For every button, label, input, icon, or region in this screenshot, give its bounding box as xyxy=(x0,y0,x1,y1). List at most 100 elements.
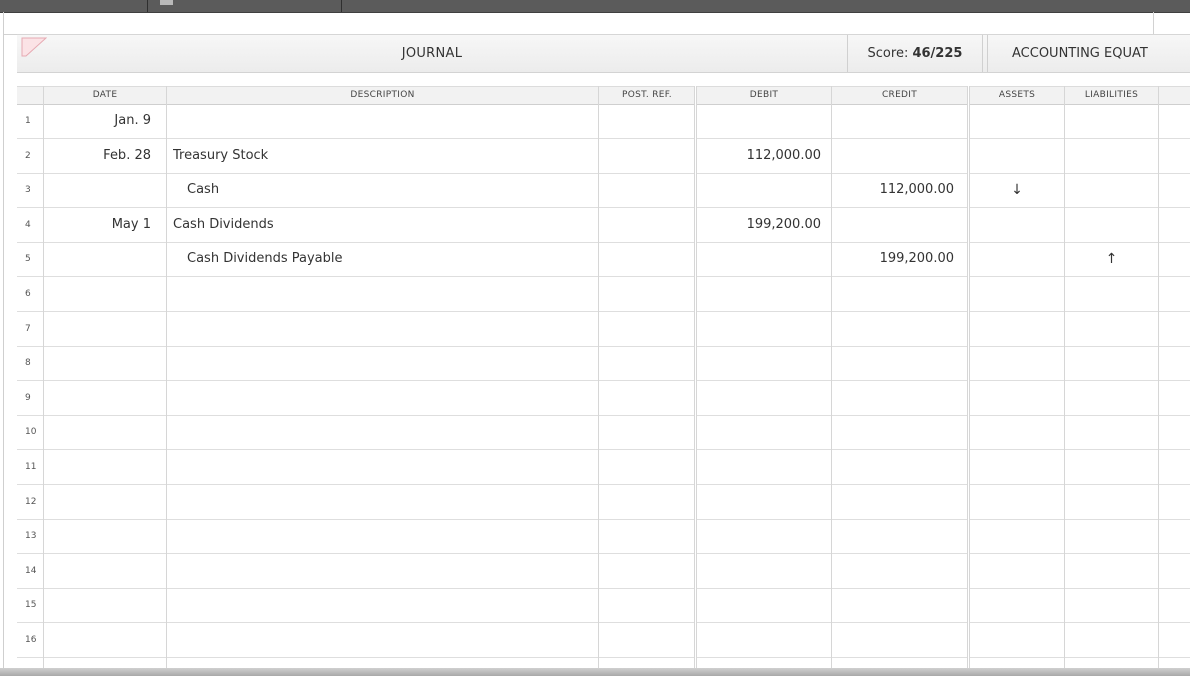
post-ref-cell[interactable] xyxy=(599,485,694,519)
description-cell[interactable] xyxy=(173,381,593,415)
credit-cell[interactable] xyxy=(832,381,954,415)
debit-cell[interactable] xyxy=(697,312,821,346)
description-cell[interactable] xyxy=(173,312,593,346)
post-ref-cell[interactable] xyxy=(599,346,694,380)
debit-cell[interactable] xyxy=(697,104,821,138)
credit-cell[interactable] xyxy=(832,485,954,519)
credit-cell[interactable] xyxy=(832,588,954,622)
liabilities-cell[interactable] xyxy=(1065,208,1158,242)
date-cell[interactable]: May 1 xyxy=(44,208,151,242)
liabilities-cell[interactable] xyxy=(1065,139,1158,173)
liabilities-cell[interactable] xyxy=(1065,588,1158,622)
debit-cell[interactable]: 199,200.00 xyxy=(697,208,821,242)
date-cell[interactable] xyxy=(44,588,151,622)
date-cell[interactable] xyxy=(44,277,151,311)
liabilities-cell[interactable] xyxy=(1065,173,1158,207)
document-icon[interactable] xyxy=(160,0,173,5)
date-cell[interactable] xyxy=(44,519,151,553)
debit-cell[interactable] xyxy=(697,588,821,622)
date-cell[interactable]: Feb. 28 xyxy=(44,139,151,173)
credit-cell[interactable] xyxy=(832,277,954,311)
credit-cell[interactable] xyxy=(832,104,954,138)
assets-cell[interactable] xyxy=(970,415,1064,449)
credit-cell[interactable] xyxy=(832,450,954,484)
description-cell[interactable] xyxy=(173,623,593,657)
debit-cell[interactable] xyxy=(697,415,821,449)
debit-cell[interactable]: 112,000.00 xyxy=(697,139,821,173)
liabilities-cell[interactable] xyxy=(1065,554,1158,588)
description-cell[interactable] xyxy=(173,485,593,519)
credit-cell[interactable] xyxy=(832,554,954,588)
post-ref-cell[interactable] xyxy=(599,139,694,173)
assets-cell[interactable] xyxy=(970,104,1064,138)
assets-cell[interactable] xyxy=(970,588,1064,622)
credit-cell[interactable]: 112,000.00 xyxy=(832,173,954,207)
liabilities-cell[interactable] xyxy=(1065,519,1158,553)
post-ref-cell[interactable] xyxy=(599,173,694,207)
assets-cell[interactable] xyxy=(970,346,1064,380)
post-ref-cell[interactable] xyxy=(599,623,694,657)
assets-cell[interactable] xyxy=(970,381,1064,415)
description-cell[interactable]: Cash xyxy=(187,173,607,207)
description-cell[interactable]: Cash Dividends xyxy=(173,208,593,242)
date-cell[interactable] xyxy=(44,312,151,346)
description-cell[interactable] xyxy=(173,415,593,449)
liabilities-cell[interactable] xyxy=(1065,485,1158,519)
credit-cell[interactable] xyxy=(832,623,954,657)
assets-cell[interactable] xyxy=(970,208,1064,242)
date-cell[interactable] xyxy=(44,381,151,415)
description-cell[interactable] xyxy=(173,554,593,588)
debit-cell[interactable] xyxy=(697,381,821,415)
date-cell[interactable] xyxy=(44,485,151,519)
description-cell[interactable] xyxy=(173,450,593,484)
credit-cell[interactable] xyxy=(832,312,954,346)
description-cell[interactable] xyxy=(173,519,593,553)
date-cell[interactable] xyxy=(44,623,151,657)
credit-cell[interactable]: 199,200.00 xyxy=(832,242,954,276)
post-ref-cell[interactable] xyxy=(599,312,694,346)
description-cell[interactable] xyxy=(173,346,593,380)
post-ref-cell[interactable] xyxy=(599,381,694,415)
assets-cell[interactable] xyxy=(970,277,1064,311)
post-ref-cell[interactable] xyxy=(599,554,694,588)
liabilities-cell[interactable] xyxy=(1065,623,1158,657)
date-cell[interactable] xyxy=(44,415,151,449)
assets-cell[interactable] xyxy=(970,450,1064,484)
debit-cell[interactable] xyxy=(697,623,821,657)
assets-cell[interactable] xyxy=(970,312,1064,346)
post-ref-cell[interactable] xyxy=(599,415,694,449)
post-ref-cell[interactable] xyxy=(599,242,694,276)
date-cell[interactable] xyxy=(44,173,151,207)
date-cell[interactable] xyxy=(44,346,151,380)
liabilities-cell[interactable] xyxy=(1065,450,1158,484)
liabilities-cell[interactable] xyxy=(1065,381,1158,415)
credit-cell[interactable] xyxy=(832,139,954,173)
date-cell[interactable] xyxy=(44,450,151,484)
assets-cell[interactable] xyxy=(970,485,1064,519)
credit-cell[interactable] xyxy=(832,415,954,449)
debit-cell[interactable] xyxy=(697,450,821,484)
description-cell[interactable] xyxy=(173,104,593,138)
debit-cell[interactable] xyxy=(697,554,821,588)
debit-cell[interactable] xyxy=(697,485,821,519)
date-cell[interactable] xyxy=(44,242,151,276)
debit-cell[interactable] xyxy=(697,519,821,553)
post-ref-cell[interactable] xyxy=(599,450,694,484)
description-cell[interactable] xyxy=(173,588,593,622)
accounting-equation-tab[interactable]: ACCOUNTING EQUAT xyxy=(987,35,1190,72)
credit-cell[interactable] xyxy=(832,346,954,380)
post-ref-cell[interactable] xyxy=(599,519,694,553)
liabilities-cell[interactable] xyxy=(1065,277,1158,311)
date-cell[interactable] xyxy=(44,554,151,588)
liabilities-cell[interactable] xyxy=(1065,346,1158,380)
debit-cell[interactable] xyxy=(697,173,821,207)
assets-cell[interactable]: ↓ xyxy=(970,173,1064,207)
post-ref-cell[interactable] xyxy=(599,588,694,622)
liabilities-cell[interactable] xyxy=(1065,415,1158,449)
credit-cell[interactable] xyxy=(832,519,954,553)
post-ref-cell[interactable] xyxy=(599,208,694,242)
description-cell[interactable]: Treasury Stock xyxy=(173,139,593,173)
description-cell[interactable] xyxy=(173,277,593,311)
debit-cell[interactable] xyxy=(697,242,821,276)
credit-cell[interactable] xyxy=(832,208,954,242)
